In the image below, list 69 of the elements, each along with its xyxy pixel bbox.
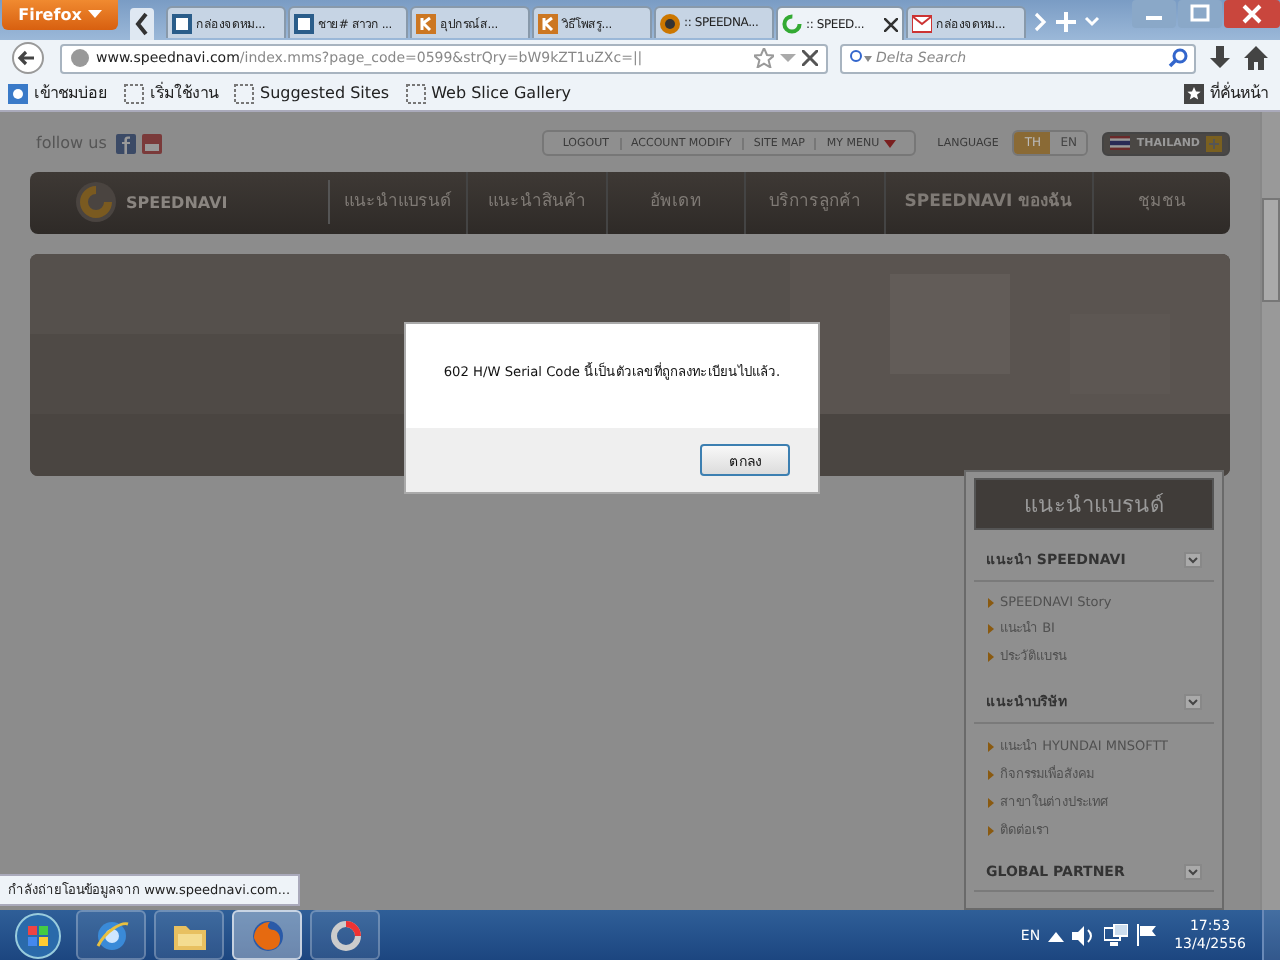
page-icon <box>124 83 144 103</box>
star-icon[interactable] <box>754 48 774 68</box>
expand-icon[interactable] <box>1184 551 1202 567</box>
expand-icon[interactable] <box>1184 864 1202 880</box>
bookmark-link[interactable]: Suggested Sites <box>234 83 390 103</box>
logo-icon <box>660 13 680 33</box>
bullet-icon <box>988 651 994 661</box>
bullet-icon <box>988 797 994 807</box>
taskbar-app[interactable] <box>310 910 380 960</box>
search-icon[interactable] <box>1168 48 1188 68</box>
caret-icon <box>87 10 102 20</box>
speaker-icon[interactable] <box>1072 925 1097 945</box>
scroll-left-icon[interactable] <box>130 8 154 40</box>
letter-k-icon <box>538 13 558 33</box>
new-tab-icon[interactable] <box>1054 8 1078 36</box>
bullet-icon <box>988 741 994 751</box>
nav-link[interactable]: แนะนำแบรนด์ <box>330 171 469 234</box>
nav-link[interactable]: บริการลูกค้า <box>746 171 886 234</box>
caret-icon <box>883 139 896 148</box>
mail-icon <box>912 13 932 33</box>
bookmark-link[interactable]: เข้าชมบ่อย <box>8 80 108 106</box>
loading-icon <box>782 14 802 34</box>
nav-link[interactable]: แนะนำสินค้า <box>468 171 608 234</box>
scroll-right-icon[interactable] <box>1030 8 1050 36</box>
close-icon[interactable] <box>802 50 818 66</box>
flag-icon <box>1110 136 1131 151</box>
logo-text: SPEEDNAVI <box>126 193 228 212</box>
facebook-icon[interactable] <box>116 133 137 154</box>
close-icon[interactable] <box>884 17 898 31</box>
search-engine-icon <box>848 48 872 68</box>
nav-link[interactable]: อัพเดท <box>607 171 747 234</box>
letter-k-icon <box>416 13 436 33</box>
page-icon <box>234 83 254 103</box>
back-icon[interactable] <box>8 42 48 74</box>
document-icon <box>294 13 314 33</box>
nav-link[interactable]: ชุมชน <box>1093 171 1231 234</box>
show-hidden-icon[interactable] <box>1048 929 1065 941</box>
browser-e-icon <box>93 917 129 953</box>
minimize-icon[interactable] <box>1132 0 1176 28</box>
taskbar-app[interactable] <box>76 910 146 960</box>
bullet-icon <box>988 825 994 835</box>
scrollbar[interactable] <box>1260 112 1280 910</box>
bullet-icon <box>988 769 994 779</box>
plus-icon <box>1206 135 1222 152</box>
taskbar-app[interactable] <box>232 910 302 960</box>
browser-page-icon <box>8 83 28 103</box>
globe-icon <box>70 48 90 68</box>
maximize-icon[interactable] <box>1178 0 1222 28</box>
video-icon[interactable] <box>142 133 163 154</box>
network-icon[interactable] <box>1104 924 1129 946</box>
download-icon[interactable] <box>1208 46 1232 70</box>
page-icon <box>405 83 426 103</box>
document-icon <box>172 13 192 33</box>
fox-globe-icon <box>249 917 285 953</box>
nav-link[interactable]: SPEEDNAVI ของฉัน <box>885 171 1094 234</box>
ring-icon <box>327 917 363 953</box>
logo-icon <box>74 180 118 225</box>
bookmarks-menu[interactable]: ที่คั่นหน้า <box>1184 80 1268 106</box>
bullet-icon <box>988 597 994 607</box>
firefox-menu-button[interactable]: Firefox <box>2 0 118 30</box>
star-icon <box>1184 83 1204 103</box>
bookmark-link[interactable]: Web Slice Gallery <box>405 83 571 103</box>
home-icon[interactable] <box>1244 46 1268 70</box>
expand-icon[interactable] <box>1184 693 1202 709</box>
bullet-icon <box>988 623 994 633</box>
flag-icon[interactable] <box>1136 924 1159 946</box>
taskbar-app[interactable] <box>154 910 224 960</box>
bookmark-link[interactable]: เริ่มใช้งาน <box>124 80 218 106</box>
sidebar-title: แนะนำแบรนด์ <box>974 478 1214 530</box>
